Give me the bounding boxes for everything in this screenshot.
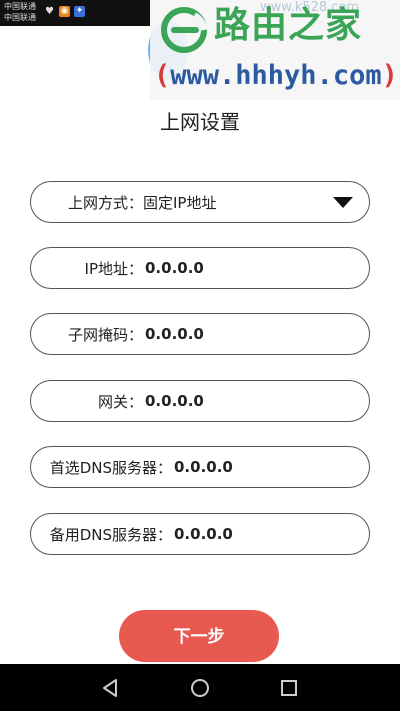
subnet-mask-field[interactable]: 子网掩码： 0.0.0.0	[30, 313, 370, 355]
ip-address-field[interactable]: IP地址： 0.0.0.0	[30, 247, 370, 289]
gateway-value[interactable]: 0.0.0.0	[145, 392, 204, 410]
home-icon[interactable]	[188, 676, 212, 700]
subnet-mask-label: 子网掩码：	[67, 325, 143, 344]
gateway-field[interactable]: 网关： 0.0.0.0	[30, 380, 370, 422]
connection-type-select[interactable]: 上网方式： 固定IP地址	[30, 181, 370, 223]
secondary-dns-field[interactable]: 备用DNS服务器： 0.0.0.0	[30, 513, 370, 555]
heart-icon: ♥	[45, 6, 54, 17]
secondary-dns-label: 备用DNS服务器：	[49, 525, 172, 544]
status-icons: ♥ ◉ ✦	[44, 6, 85, 17]
recent-apps-icon[interactable]	[277, 676, 301, 700]
primary-dns-field[interactable]: 首选DNS服务器： 0.0.0.0	[30, 446, 370, 488]
ip-address-label: IP地址：	[84, 259, 143, 278]
router-setup-screen: 中国联通 中国联通 ♥ ◉ ✦ www.k528.com 路由之家 (www.h…	[0, 0, 400, 711]
primary-dns-value[interactable]: 0.0.0.0	[174, 458, 233, 476]
primary-dns-label: 首选DNS服务器：	[49, 458, 172, 477]
watermark-url: (www.hhhyh.com)	[154, 56, 398, 96]
carrier-label-2: 中国联通	[4, 13, 36, 22]
status-bar: 中国联通 中国联通 ♥ ◉ ✦	[0, 0, 150, 26]
watermark: www.k528.com 路由之家 (www.hhhyh.com)	[150, 0, 400, 100]
subnet-mask-value[interactable]: 0.0.0.0	[145, 325, 204, 343]
ip-address-value[interactable]: 0.0.0.0	[145, 259, 204, 277]
secondary-dns-value[interactable]: 0.0.0.0	[174, 525, 233, 543]
watermark-site-name: 路由之家	[214, 5, 363, 46]
watermark-paren-open: (	[154, 60, 171, 91]
weibo-app-icon: ◉	[59, 6, 70, 17]
watermark-url-text: www.hhhyh.com	[170, 60, 382, 91]
router-home-logo-icon	[161, 7, 208, 53]
connection-type-label: 上网方式：	[67, 193, 143, 212]
page-title: 上网设置	[160, 110, 240, 134]
carrier-label-1: 中国联通	[4, 2, 36, 11]
next-step-button[interactable]: 下一步	[119, 610, 279, 662]
watermark-paren-close: )	[381, 60, 398, 91]
back-icon[interactable]	[98, 676, 122, 700]
system-nav-bar	[0, 664, 400, 711]
gateway-label: 网关：	[97, 392, 143, 411]
connection-type-value: 固定IP地址	[143, 193, 217, 212]
app-notification-icon: ✦	[74, 6, 85, 17]
dropdown-arrow-icon[interactable]	[333, 197, 353, 208]
